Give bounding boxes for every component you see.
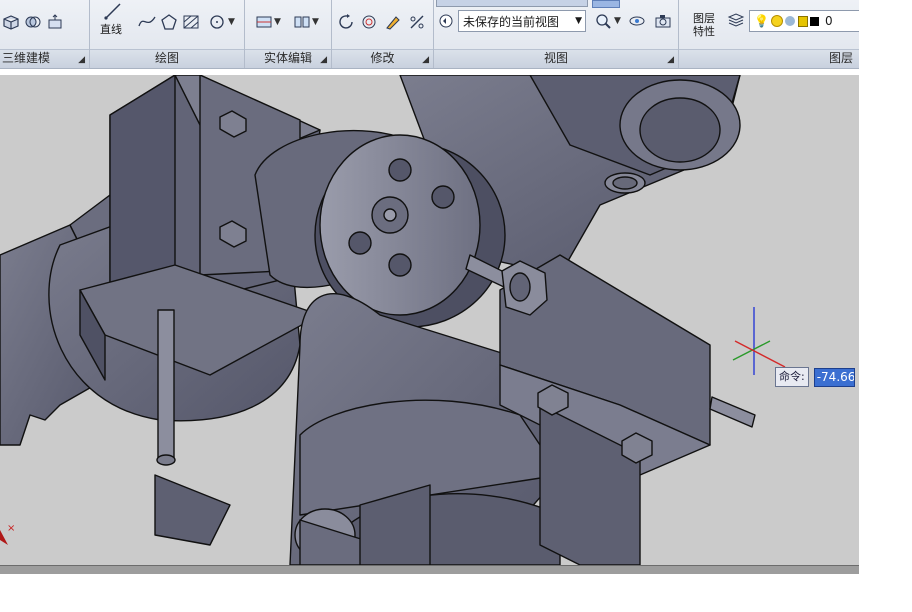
panel-title-view: 视图 (434, 49, 678, 68)
panel-expander-icon[interactable]: ◢ (78, 55, 85, 65)
chevron-down-icon: ▼ (575, 16, 582, 26)
ucs-icon (732, 307, 786, 375)
view-icon[interactable] (436, 11, 458, 31)
orbit-icon[interactable] (626, 11, 648, 31)
command-prompt-label: 命令: (775, 367, 809, 387)
layer-properties-label: 图层 (693, 12, 715, 25)
slice-icon[interactable]: ▼ (251, 12, 285, 32)
polygon-icon[interactable] (158, 12, 180, 32)
freeze-icon (784, 16, 795, 26)
separate-icon[interactable]: ▼ (289, 12, 323, 32)
ribbon: 三维建模 ◢ 直线 ▼ 绘图 ▼ ▼ 实体编辑 ◢ 修改 ◢ 未保存的当前视图 … (0, 0, 859, 69)
named-view-value: 未保存的当前视图 (463, 14, 560, 29)
camera-icon[interactable] (652, 11, 674, 31)
layer-properties-button[interactable]: 图层 特性 (693, 12, 715, 38)
origin-marker-icon: × (0, 523, 15, 545)
spline-icon[interactable] (136, 12, 158, 32)
circle-icon[interactable]: ▼ (206, 12, 238, 32)
panel-solid-editing: ▼ ▼ 实体编辑 ◢ (245, 0, 332, 68)
current-layer-name: 0 (824, 14, 833, 28)
layer-select[interactable]: 💡 0 (749, 10, 859, 32)
layer-properties-label: 特性 (693, 25, 715, 38)
panel-title-3d-modeling: 三维建模 (0, 49, 89, 68)
model-drawing: × (0, 75, 786, 565)
rotate-icon[interactable] (336, 12, 358, 32)
color-swatch-icon (809, 16, 819, 26)
panel-draw: 直线 ▼ 绘图 (90, 0, 245, 68)
status-bar (0, 565, 859, 574)
lightbulb-icon: 💡 (754, 14, 769, 28)
lock-icon (797, 15, 808, 27)
panel-title-layers: 图层 (679, 49, 859, 68)
match-icon[interactable] (382, 12, 404, 32)
panel-layers: 图层 特性 💡 0 图层 (679, 0, 859, 68)
offset-icon[interactable] (358, 12, 380, 32)
layer-state-icon[interactable] (725, 11, 747, 31)
zoom-icon[interactable]: ▼ (592, 11, 624, 31)
orbit-toggle[interactable] (592, 0, 620, 8)
drawing-viewport[interactable]: × 命令: -74.66 (0, 75, 859, 565)
sun-icon (770, 15, 783, 27)
named-view-select[interactable]: 未保存的当前视图 ▼ (458, 10, 586, 32)
dynamic-input-tooltip: 命令: -74.66 (775, 367, 855, 387)
panel-title-modify: 修改 (332, 49, 433, 68)
panel-expander-icon[interactable]: ◢ (667, 55, 674, 65)
line-icon[interactable] (98, 0, 128, 22)
panel-3d-modeling: 三维建模 ◢ (0, 0, 90, 68)
panel-view: 未保存的当前视图 ▼ ▼ 视图 ◢ (434, 0, 679, 68)
panel-expander-icon[interactable]: ◢ (422, 55, 429, 65)
subtract-icon[interactable] (22, 12, 44, 32)
panel-title-solid-editing: 实体编辑 (245, 49, 331, 68)
command-input[interactable]: -74.66 (813, 367, 855, 387)
panel-modify: 修改 ◢ (332, 0, 434, 68)
scale-icon[interactable] (406, 12, 428, 32)
panel-title-draw: 绘图 (90, 49, 244, 68)
extrude-icon[interactable] (44, 12, 66, 32)
line-button-label[interactable]: 直线 (100, 21, 122, 37)
visual-style-combo[interactable] (436, 0, 588, 7)
svg-text:×: × (7, 523, 15, 534)
box-icon[interactable] (0, 12, 22, 32)
panel-expander-icon[interactable]: ◢ (320, 55, 327, 65)
hatch-icon[interactable] (180, 12, 202, 32)
